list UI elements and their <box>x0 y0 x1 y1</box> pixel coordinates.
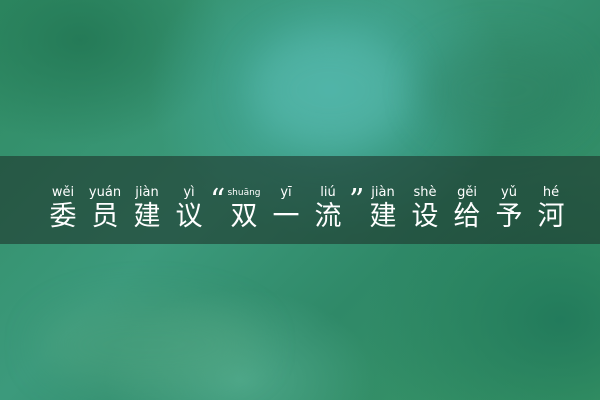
pinyin-label: shuāng <box>227 188 261 198</box>
background-glow <box>40 300 260 390</box>
background-glow <box>420 40 580 140</box>
quote-mark: ” <box>349 183 365 218</box>
headline: wěi 委 yuán 员 jiàn 建 yì 议 “shuāng 双 yī 一 liú 流” jiàn 建 sh… <box>42 184 572 234</box>
headline-char: jiàn 建 <box>362 186 404 234</box>
headline-char: gěi 给 <box>446 186 488 234</box>
hanzi-char: 流 <box>314 201 342 232</box>
headline-char: yì 议 <box>168 186 210 234</box>
hanzi-char: 委 <box>49 201 77 232</box>
pinyin-label: liú <box>320 185 336 200</box>
hanzi-char: 双 <box>230 201 258 232</box>
hanzi-char: 议 <box>175 201 203 232</box>
background-glow <box>250 30 410 150</box>
hanzi-char: 给 <box>453 201 481 232</box>
pinyin-label: yǔ <box>501 185 517 200</box>
hanzi-char: 河 <box>537 201 565 232</box>
pinyin-label: hé <box>542 185 560 200</box>
pinyin-label: jiàn <box>135 185 159 200</box>
pinyin-label: yì <box>183 185 195 200</box>
hanzi-char: 予 <box>495 201 523 232</box>
hanzi-char: 员 <box>91 201 119 232</box>
hanzi-char: 一 <box>272 201 300 232</box>
hanzi-char: 建 <box>369 201 397 232</box>
pinyin-label: wěi <box>51 185 75 200</box>
headline-char: yī 一 <box>265 186 307 234</box>
headline-char: wěi 委 <box>42 186 84 234</box>
headline-char: yuán 员 <box>84 186 126 234</box>
quote-mark: “ <box>210 183 226 218</box>
pinyin-label: yuán <box>88 185 122 200</box>
headline-char: shè 设 <box>404 186 446 234</box>
pinyin-label: yī <box>280 185 292 200</box>
pinyin-label: gěi <box>457 185 477 200</box>
headline-char: jiàn 建 <box>126 186 168 234</box>
headline-char: hé 河 <box>530 186 572 234</box>
headline-char: shuāng 双 <box>223 186 265 234</box>
pinyin-label: shè <box>413 185 437 200</box>
headline-char: yǔ 予 <box>488 186 530 234</box>
hanzi-char: 建 <box>133 201 161 232</box>
hanzi-char: 设 <box>411 201 439 232</box>
pinyin-label: jiàn <box>371 185 395 200</box>
headline-char: liú 流 <box>307 186 349 234</box>
banner-image: wěi 委 yuán 员 jiàn 建 yì 议 “shuāng 双 yī 一 liú 流” jiàn 建 sh… <box>0 0 600 400</box>
